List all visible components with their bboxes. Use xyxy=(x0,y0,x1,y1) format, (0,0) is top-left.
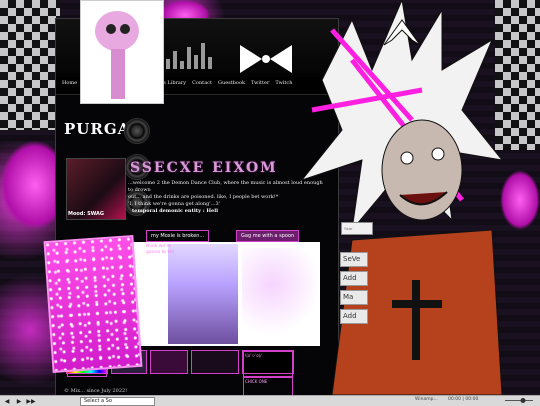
checker-pattern-left xyxy=(0,0,60,130)
section-title: SSECXE EIXOM xyxy=(130,160,278,176)
nav-guestbook[interactable]: Guestbook xyxy=(218,80,245,86)
play-icon[interactable]: ▶ xyxy=(14,397,24,405)
search-input[interactable] xyxy=(341,222,373,235)
speaker-icon xyxy=(124,118,150,144)
nav-twitch[interactable]: Twitch xyxy=(275,80,292,86)
right-button-panel: SeVe Add Ma Add xyxy=(340,252,368,332)
prev-icon[interactable]: ◀ xyxy=(2,397,12,405)
stamp-image[interactable] xyxy=(150,350,188,374)
glitter-note: think we're gonna to kill xyxy=(146,244,174,255)
player-status: Winamp... xyxy=(415,397,438,402)
tab-gag-spoon[interactable]: Gag me with a spoon xyxy=(236,230,300,242)
add-button-2[interactable]: Add xyxy=(340,309,368,324)
nav-home[interactable]: Home xyxy=(62,80,77,86)
equalizer-graphic xyxy=(166,41,212,69)
manage-button[interactable]: Ma xyxy=(340,290,368,305)
music-player-bar: ◀ ▶ ▶▶ Select a So Winamp... 00:00 | 00:… xyxy=(0,395,540,406)
nav-contact[interactable]: Contact xyxy=(192,80,212,86)
mood-status: Mood: SWAG xyxy=(68,211,105,217)
save-button[interactable]: SeVe xyxy=(340,252,368,267)
bow-logo-icon xyxy=(240,45,292,73)
footer-text: © Mix... since July 2022! xyxy=(64,388,128,394)
glitter-box xyxy=(43,235,143,373)
volume-slider[interactable] xyxy=(505,397,533,404)
skull-image xyxy=(80,0,164,104)
character-drawing xyxy=(300,0,502,395)
stamp-image[interactable] xyxy=(191,350,239,374)
next-icon[interactable]: ▶▶ xyxy=(26,397,36,405)
temporal-status: temporal demonic entity : Hell xyxy=(132,208,219,214)
player-time: 00:00 | 00:00 xyxy=(448,397,479,402)
pink-decoration xyxy=(500,170,540,230)
stamp-chick[interactable]: \(o'ㅇ'o)/ CHICK ONE xyxy=(242,350,294,403)
nav-twitter[interactable]: Twitter xyxy=(251,80,269,86)
tab-moxie-broken[interactable]: my Moxie is broken... xyxy=(146,230,210,242)
add-button[interactable]: Add xyxy=(340,271,368,286)
gallery-image-character[interactable] xyxy=(168,244,238,344)
